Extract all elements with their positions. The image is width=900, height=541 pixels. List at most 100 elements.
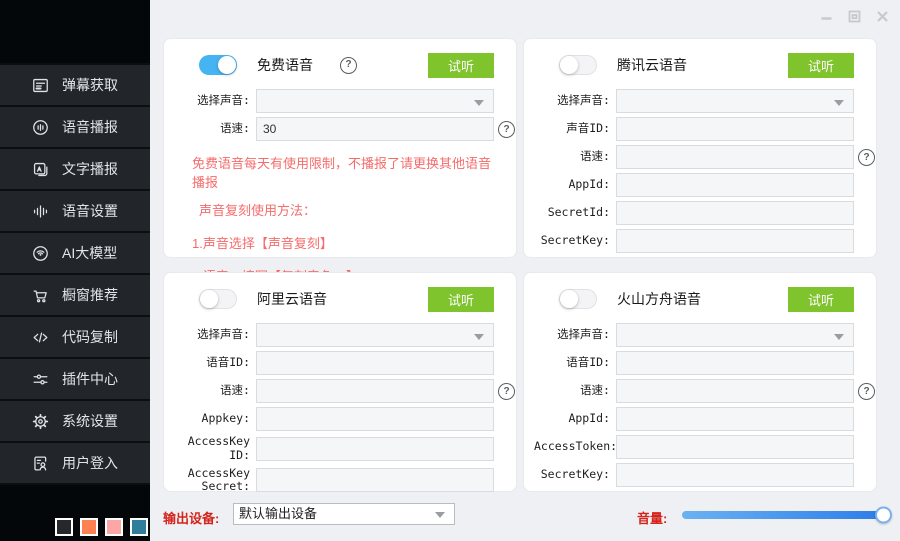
sidebar-item-plugin-center[interactable]: 插件中心	[0, 359, 150, 401]
toggle-aliyun-voice[interactable]	[199, 289, 237, 309]
toggle-knob	[200, 290, 218, 308]
field-row: 语音ID:	[174, 351, 494, 375]
theme-swatches	[55, 518, 148, 536]
voice-select-aliyun[interactable]	[256, 323, 494, 347]
field-row: Appkey:	[174, 407, 494, 431]
field-label: SecretKey:	[534, 234, 610, 248]
secret-key-input-volcano[interactable]	[617, 464, 853, 486]
accesskey-id-input-aliyun[interactable]	[257, 438, 493, 460]
field-row: AppId:	[534, 407, 854, 431]
sidebar-item-danmu[interactable]: 弹幕获取	[0, 63, 150, 107]
sidebar-menu: 弹幕获取 语音播报 文字播报 语音设置	[0, 63, 150, 485]
voice-select-volcano[interactable]	[616, 323, 854, 347]
theme-swatch-orange[interactable]	[80, 518, 98, 536]
field-row: AccessToken:	[534, 435, 854, 459]
sidebar-item-text-broadcast[interactable]: 文字播报	[0, 149, 150, 191]
field-label: AppId:	[534, 412, 610, 426]
preview-button-free[interactable]: 试听	[428, 53, 494, 78]
speed-input-tencent[interactable]	[617, 146, 853, 168]
preview-button-aliyun[interactable]: 试听	[428, 287, 494, 312]
field-row: AccessKey ID:	[174, 435, 494, 463]
output-device-select[interactable]: 默认输出设备	[233, 503, 455, 525]
theme-swatch-pink[interactable]	[105, 518, 123, 536]
field-label: SecretKey:	[534, 468, 610, 482]
panel-title: 火山方舟语音	[617, 289, 701, 309]
sidebar-item-code-copy[interactable]: 代码复制	[0, 317, 150, 359]
chevron-down-icon	[474, 100, 484, 106]
theme-swatch-dark[interactable]	[55, 518, 73, 536]
field-label: AccessKey Secret:	[174, 467, 250, 495]
help-icon[interactable]	[858, 149, 875, 166]
field-label: 选择声音:	[534, 328, 610, 342]
minimize-button[interactable]	[817, 7, 836, 26]
theme-swatch-teal[interactable]	[130, 518, 148, 536]
sidebar-item-voice-broadcast[interactable]: 语音播报	[0, 107, 150, 149]
field-label: AccessKey ID:	[174, 435, 250, 463]
secret-key-input-tencent[interactable]	[617, 230, 853, 252]
field-label: 语速:	[174, 122, 250, 136]
close-button[interactable]	[873, 7, 892, 26]
field-label: 选择声音:	[174, 94, 250, 108]
sidebar-item-user-login[interactable]: 用户登入	[0, 443, 150, 485]
speed-input-volcano[interactable]	[617, 380, 853, 402]
panel-title: 阿里云语音	[257, 289, 327, 309]
secret-id-input-tencent[interactable]	[617, 202, 853, 224]
voice-id-input-tencent[interactable]	[617, 118, 853, 140]
speed-input-free[interactable]	[257, 118, 493, 140]
toggle-knob	[218, 56, 236, 74]
field-label: 语速:	[534, 384, 610, 398]
field-row: 选择声音:	[174, 89, 494, 113]
field-row: AppId:	[534, 173, 854, 197]
help-icon[interactable]	[498, 121, 515, 138]
voice-select-free[interactable]	[256, 89, 494, 113]
panel-free-voice: 免费语音 试听 选择声音: 语速: 免费语音每天有使用限制，不播报了请更换其他语…	[163, 38, 517, 258]
maximize-button[interactable]	[845, 7, 864, 26]
toggle-tencent-voice[interactable]	[559, 55, 597, 75]
sidebar-item-system-settings[interactable]: 系统设置	[0, 401, 150, 443]
panel-title: 腾讯云语音	[617, 55, 687, 75]
appid-input-volcano[interactable]	[617, 408, 853, 430]
preview-button-tencent[interactable]: 试听	[788, 53, 854, 78]
voice-id-input-volcano[interactable]	[617, 352, 853, 374]
chevron-down-icon	[834, 334, 844, 340]
speed-input-aliyun[interactable]	[257, 380, 493, 402]
help-icon[interactable]	[340, 57, 357, 74]
field-row: AccessKey Secret:	[174, 467, 494, 495]
danmu-list-icon	[30, 75, 50, 95]
appid-input-tencent[interactable]	[617, 174, 853, 196]
field-label: 选择声音:	[534, 94, 610, 108]
volume-slider[interactable]	[682, 511, 884, 519]
window-controls	[817, 7, 892, 26]
field-row: 语速:	[534, 145, 854, 169]
field-label: AccessToken:	[534, 440, 610, 454]
sidebar-item-showcase[interactable]: 橱窗推荐	[0, 275, 150, 317]
help-icon[interactable]	[498, 383, 515, 400]
field-label: 声音ID:	[534, 122, 610, 136]
showcase-cart-icon	[30, 285, 50, 305]
sidebar-item-label: AI大模型	[62, 243, 117, 263]
output-device-value: 默认输出设备	[234, 504, 454, 524]
voice-id-input-aliyun[interactable]	[257, 352, 493, 374]
panel-tencent-voice: 腾讯云语音 试听 选择声音: 声音ID: 语速: AppId: Secre	[523, 38, 877, 258]
preview-button-volcano[interactable]: 试听	[788, 287, 854, 312]
field-row: 声音ID:	[534, 117, 854, 141]
field-row: SecretKey:	[534, 229, 854, 253]
voice-select-tencent[interactable]	[616, 89, 854, 113]
note-line: 声音复刻使用方法：	[192, 200, 494, 219]
free-voice-notes: 免费语音每天有使用限制，不播报了请更换其他语音播报 声音复刻使用方法： 1.声音…	[174, 153, 494, 285]
field-row: 语速:	[174, 379, 494, 403]
help-icon[interactable]	[858, 383, 875, 400]
main-content: 免费语音 试听 选择声音: 语速: 免费语音每天有使用限制，不播报了请更换其他语…	[150, 0, 900, 541]
accesskey-secret-input-aliyun[interactable]	[257, 469, 493, 491]
appkey-input-aliyun[interactable]	[257, 408, 493, 430]
sidebar-item-voice-settings[interactable]: 语音设置	[0, 191, 150, 233]
ai-model-icon	[30, 243, 50, 263]
voice-broadcast-icon	[30, 117, 50, 137]
text-broadcast-icon	[30, 159, 50, 179]
access-token-input-volcano[interactable]	[617, 436, 853, 458]
toggle-free-voice[interactable]	[199, 55, 237, 75]
panel-aliyun-voice: 阿里云语音 试听 选择声音: 语音ID: 语速: Appkey: Acce	[163, 272, 517, 492]
sidebar-item-ai-model[interactable]: AI大模型	[0, 233, 150, 275]
toggle-volcano-voice[interactable]	[559, 289, 597, 309]
volume-slider-handle[interactable]	[875, 507, 892, 524]
